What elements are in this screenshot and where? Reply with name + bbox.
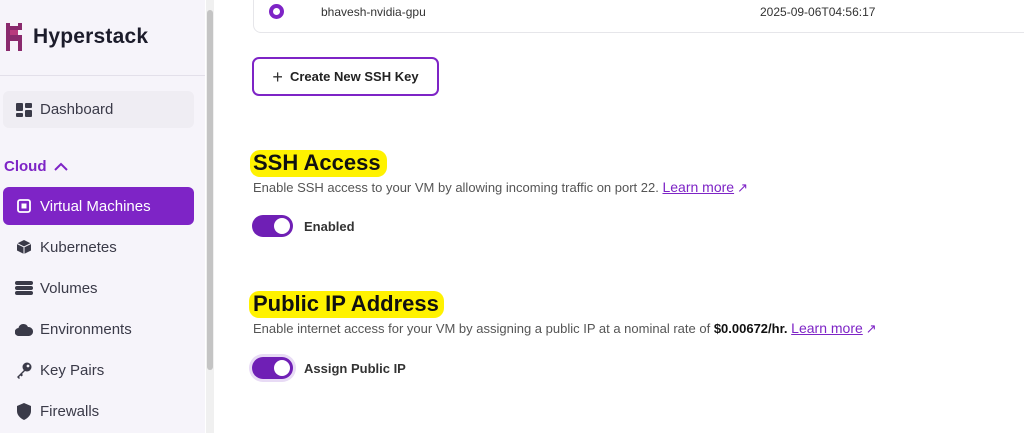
sidebar-item-kubernetes[interactable]: Kubernetes [3, 228, 194, 266]
sidebar-item-firewalls[interactable]: Firewalls [3, 392, 194, 430]
public-ip-rate: $0.00672/hr. [713, 321, 788, 336]
database-icon [13, 281, 35, 295]
toggle-knob [274, 360, 290, 376]
sidebar-item-virtual-machines[interactable]: Virtual Machines [3, 187, 194, 225]
sidebar-group-label: Cloud [4, 158, 47, 175]
plus-icon: + [272, 66, 283, 87]
sidebar-item-label: Virtual Machines [40, 197, 151, 215]
ssh-key-radio[interactable] [269, 4, 284, 19]
sidebar-item-label: Key Pairs [40, 361, 105, 379]
brand-logo[interactable]: Hyperstack [3, 22, 148, 52]
hyperstack-logo-icon [6, 23, 22, 51]
public-ip-description-text: Enable internet access for your VM by as… [253, 321, 711, 336]
external-link-icon: ↗ [865, 321, 877, 336]
sidebar: Hyperstack Dashboard Cloud Virtual Machi… [0, 0, 205, 433]
sidebar-item-volumes[interactable]: Volumes [3, 269, 194, 307]
sidebar-item-dashboard[interactable]: Dashboard [3, 91, 194, 128]
sidebar-item-key-pairs[interactable]: Key Pairs [3, 351, 194, 389]
ssh-key-name: bhavesh-nvidia-gpu [321, 5, 426, 19]
public-ip-toggle[interactable] [252, 357, 293, 379]
ssh-access-toggle-label: Enabled [304, 219, 355, 234]
create-ssh-key-button[interactable]: + Create New SSH Key [252, 57, 439, 96]
public-ip-learn-more-link[interactable]: Learn more [791, 320, 863, 336]
sidebar-group-cloud[interactable]: Cloud [4, 158, 68, 175]
chip-icon [13, 198, 35, 214]
shield-icon [13, 402, 35, 420]
sidebar-item-label: Kubernetes [40, 238, 117, 256]
ssh-access-toggle[interactable] [252, 215, 293, 237]
ssh-access-title: SSH Access [253, 150, 381, 175]
dashboard-icon [13, 102, 35, 117]
public-ip-title: Public IP Address [253, 291, 439, 316]
cloud-icon [13, 323, 35, 336]
public-ip-toggle-label: Assign Public IP [304, 361, 406, 376]
cube-icon [13, 239, 35, 255]
ssh-access-description: Enable SSH access to your VM by allowing… [253, 179, 748, 196]
sidebar-item-environments[interactable]: Environments [3, 310, 194, 348]
sidebar-item-label: Volumes [40, 279, 98, 297]
sidebar-item-label: Firewalls [40, 402, 100, 420]
key-icon [13, 361, 35, 379]
sidebar-item-label: Dashboard [40, 101, 114, 118]
sidebar-scrollbar-thumb[interactable] [207, 10, 213, 370]
ssh-access-description-text: Enable SSH access to your VM by allowing… [253, 180, 659, 195]
ssh-access-learn-more-link[interactable]: Learn more [662, 179, 734, 195]
sidebar-divider [0, 75, 205, 76]
external-link-icon: ↗ [737, 180, 748, 195]
chevron-up-icon [53, 162, 68, 171]
brand-name: Hyperstack [33, 25, 149, 48]
ssh-key-created: 2025-09-06T04:56:17 [760, 5, 876, 19]
public-ip-description: Enable internet access for your VM by as… [253, 320, 877, 337]
ssh-key-row[interactable]: bhavesh-nvidia-gpu 2025-09-06T04:56:17 [253, 0, 1024, 33]
create-ssh-key-label: Create New SSH Key [289, 69, 419, 84]
sidebar-item-label: Environments [40, 320, 132, 338]
toggle-knob [274, 218, 290, 234]
